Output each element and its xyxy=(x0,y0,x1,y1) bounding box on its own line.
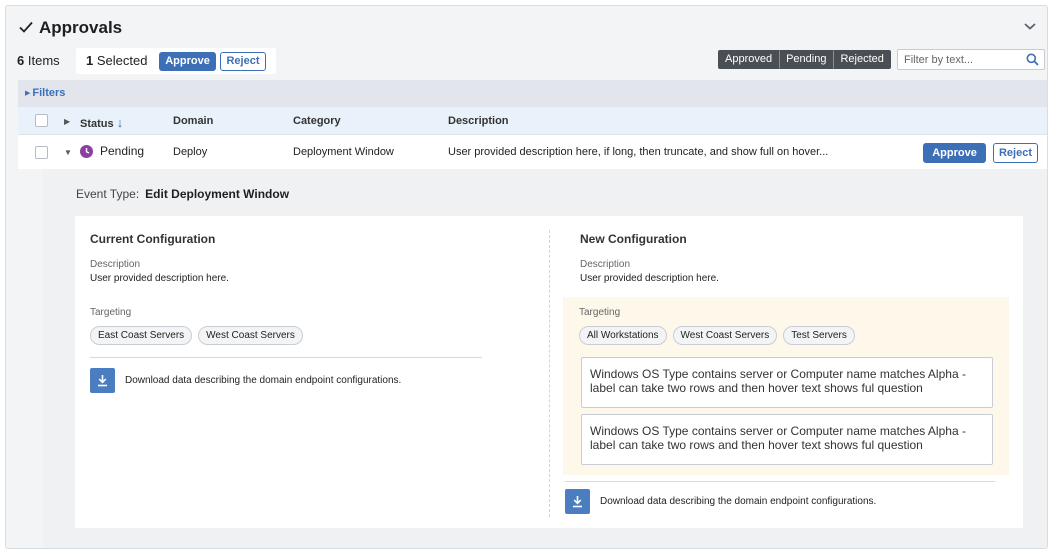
new-description-label: Description xyxy=(580,259,631,270)
status-filter-segmented: Approved Pending Rejected xyxy=(718,50,891,69)
new-targeting-highlight: Targeting All Workstations West Coast Se… xyxy=(563,297,1009,475)
description-cell: User provided description here, if long,… xyxy=(448,146,829,158)
current-targeting-chips: East Coast Servers West Coast Servers xyxy=(90,326,303,345)
items-count: 6 Items xyxy=(17,53,60,68)
approvals-panel: Approvals 6 Items 1 Selected Approve Rej… xyxy=(5,5,1048,549)
segment-rejected[interactable]: Rejected xyxy=(833,50,891,69)
row-detail: Event Type: Edit Deployment Window Curren… xyxy=(43,169,1047,548)
table-row[interactable]: ▼ Pending Deploy Deployment Window User … xyxy=(18,135,1047,169)
current-download-row[interactable]: Download data describing the domain endp… xyxy=(90,368,401,393)
chip-test-servers: Test Servers xyxy=(783,326,855,345)
panel-title: Approvals xyxy=(39,18,123,37)
column-header-status[interactable]: Status ↓ xyxy=(80,115,123,130)
segment-approved[interactable]: Approved xyxy=(718,50,780,69)
selected-count: 1 Selected xyxy=(86,53,148,68)
domain-cell: Deploy xyxy=(173,146,208,158)
current-description-value: User provided description here. xyxy=(90,273,229,284)
segment-pending[interactable]: Pending xyxy=(779,50,834,69)
chip-west-coast-servers: West Coast Servers xyxy=(198,326,303,345)
config-comparison-card: Current Configuration Description User p… xyxy=(75,216,1023,528)
chip-all-workstations: All Workstations xyxy=(579,326,667,345)
toolbar: 6 Items 1 Selected Approve Reject Approv… xyxy=(6,46,1047,76)
download-icon[interactable] xyxy=(90,368,115,393)
current-config-title: Current Configuration xyxy=(90,232,216,246)
download-icon[interactable] xyxy=(565,489,590,514)
arrow-down-icon: ↓ xyxy=(116,115,124,130)
search-icon[interactable] xyxy=(1026,53,1039,66)
chip-west-coast-servers: West Coast Servers xyxy=(672,326,778,345)
divider xyxy=(90,357,482,358)
new-description-value: User provided description here. xyxy=(580,273,719,284)
bulk-reject-button[interactable]: Reject xyxy=(220,52,266,71)
panel-header: Approvals xyxy=(6,6,1047,46)
column-divider xyxy=(549,230,550,517)
clock-icon xyxy=(80,144,93,158)
checkmark-icon xyxy=(19,21,33,33)
current-targeting-label: Targeting xyxy=(90,307,132,318)
caret-right-icon[interactable]: ▶ xyxy=(64,117,70,126)
new-targeting-label: Targeting xyxy=(579,307,621,318)
chevron-down-icon[interactable] xyxy=(1023,19,1037,33)
bulk-approve-button[interactable]: Approve xyxy=(159,52,216,71)
event-type: Event Type: Edit Deployment Window xyxy=(76,187,290,201)
table-header: ▶ Status ↓ Domain Category Description xyxy=(18,107,1047,135)
download-text[interactable]: Download data describing the domain endp… xyxy=(600,496,876,507)
column-header-domain[interactable]: Domain xyxy=(173,115,213,127)
filters-toggle[interactable]: ▶ Filters xyxy=(25,87,65,99)
new-download-row[interactable]: Download data describing the domain endp… xyxy=(565,489,876,514)
targeting-query-2: Windows OS Type contains server or Compu… xyxy=(581,414,993,465)
targeting-query-1: Windows OS Type contains server or Compu… xyxy=(581,357,993,408)
select-all-checkbox[interactable] xyxy=(35,114,48,127)
filters-bar[interactable]: ▶ Filters xyxy=(18,80,1047,107)
row-checkbox[interactable] xyxy=(35,146,48,159)
new-config-title: New Configuration xyxy=(580,232,687,246)
download-text[interactable]: Download data describing the domain endp… xyxy=(125,375,401,386)
selection-actions: 1 Selected Approve Reject xyxy=(76,48,276,74)
category-cell: Deployment Window xyxy=(293,146,394,158)
caret-right-icon: ▶ xyxy=(25,90,31,97)
status-cell: Pending xyxy=(80,144,144,158)
column-header-category[interactable]: Category xyxy=(293,115,341,127)
current-description-label: Description xyxy=(90,259,141,270)
filter-input[interactable] xyxy=(904,52,1022,67)
chip-east-coast-servers: East Coast Servers xyxy=(90,326,193,345)
caret-down-icon[interactable]: ▼ xyxy=(64,148,72,157)
reject-button[interactable]: Reject xyxy=(993,143,1038,163)
column-header-description[interactable]: Description xyxy=(448,115,509,127)
approve-button[interactable]: Approve xyxy=(923,143,986,163)
status-label: Pending xyxy=(100,144,145,158)
new-targeting-chips: All Workstations West Coast Servers Test… xyxy=(579,326,855,345)
filter-box xyxy=(897,49,1045,70)
divider xyxy=(565,481,995,482)
